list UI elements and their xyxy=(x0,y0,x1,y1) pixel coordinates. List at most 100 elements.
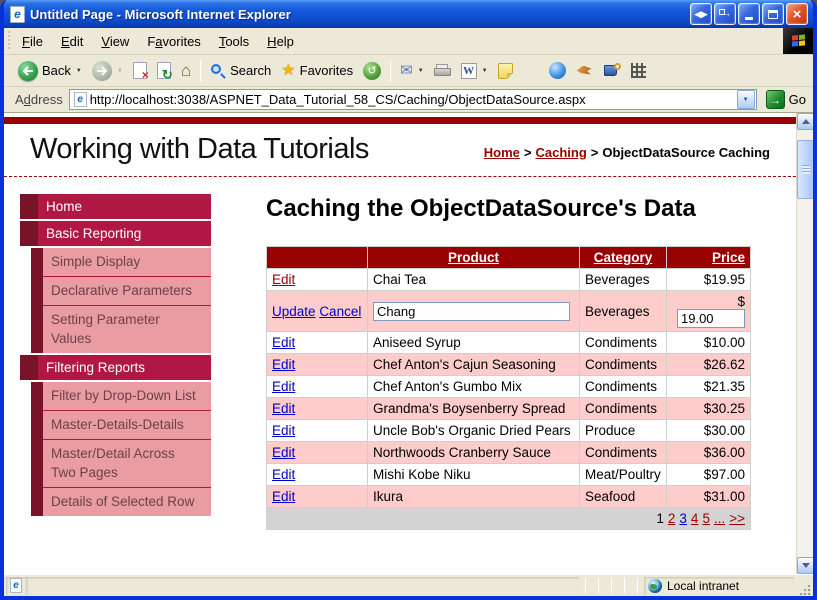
category-sort-link[interactable]: Category xyxy=(594,250,653,265)
minimize-button[interactable] xyxy=(738,3,760,25)
close-button[interactable]: × xyxy=(786,3,808,25)
favorites-button[interactable]: ★ Favorites xyxy=(276,61,358,81)
window-title: Untitled Page - Microsoft Internet Explo… xyxy=(30,7,690,22)
address-input[interactable] xyxy=(90,91,737,108)
scroll-down-button[interactable] xyxy=(797,557,814,574)
sidebar-item-master-details-details[interactable]: Master-Details-Details xyxy=(31,410,211,439)
product-name-input[interactable] xyxy=(373,302,570,321)
menu-tools[interactable]: Tools xyxy=(210,28,258,54)
pager-page-link[interactable]: 3 xyxy=(679,511,687,526)
popout-button[interactable]: → xyxy=(714,3,736,25)
pager-ellipsis-link[interactable]: ... xyxy=(714,511,725,526)
sidebar-item-details-of-selected-row[interactable]: Details of Selected Row xyxy=(31,487,211,516)
back-button[interactable]: Back ▼ xyxy=(13,59,87,83)
nav-toggle-button[interactable]: ◀▶ xyxy=(690,3,712,25)
edit-link[interactable]: Edit xyxy=(272,357,295,372)
header-action xyxy=(267,247,368,269)
category-cell: Condiments xyxy=(580,442,667,464)
blue-globe-icon xyxy=(549,62,566,79)
toolbar-separator xyxy=(390,60,391,82)
book-search-button[interactable] xyxy=(599,61,626,80)
price-input[interactable] xyxy=(677,309,745,328)
sidebar-item-filtering-reports[interactable]: Filtering Reports xyxy=(20,355,211,380)
breadcrumb-home-link[interactable]: Home xyxy=(484,145,520,160)
cancel-link[interactable]: Cancel xyxy=(319,304,361,319)
title-bar[interactable]: e Untitled Page - Microsoft Internet Exp… xyxy=(4,0,813,28)
menu-view[interactable]: View xyxy=(92,28,138,54)
refresh-button[interactable]: ↻ xyxy=(152,60,176,81)
edit-link[interactable]: Edit xyxy=(272,423,295,438)
edit-link[interactable]: Edit xyxy=(272,335,295,350)
sidebar-item-declarative-parameters[interactable]: Declarative Parameters xyxy=(31,276,211,305)
globe-icon xyxy=(648,579,662,593)
maximize-button[interactable] xyxy=(762,3,784,25)
mail-dropdown-icon[interactable]: ▼ xyxy=(418,68,424,74)
back-dropdown-icon[interactable]: ▼ xyxy=(76,68,82,74)
edit-word-button[interactable]: W ▼ xyxy=(456,61,493,81)
category-cell: Produce xyxy=(580,420,667,442)
stop-button[interactable]: × xyxy=(128,60,152,81)
pager-page-link[interactable]: 4 xyxy=(691,511,699,526)
messenger-button[interactable] xyxy=(544,60,571,81)
home-button[interactable]: ⌂ xyxy=(176,60,196,81)
top-accent-bar xyxy=(4,117,796,124)
sidebar-item-home[interactable]: Home xyxy=(20,194,211,219)
search-button[interactable]: Search xyxy=(205,61,276,81)
sidebar-item-master-detail-two-pages[interactable]: Master/Detail Across Two Pages xyxy=(31,439,211,486)
edit-link[interactable]: Edit xyxy=(272,445,295,460)
product-cell: Ikura xyxy=(368,486,580,508)
sidebar-item-setting-parameter-values[interactable]: Setting Parameter Values xyxy=(31,305,211,352)
category-cell: Condiments xyxy=(580,398,667,420)
menubar-grip[interactable] xyxy=(6,31,11,51)
mail-button[interactable]: ✉ ▼ xyxy=(395,61,429,80)
edit-link[interactable]: Edit xyxy=(272,467,295,482)
pager-page-link[interactable]: 5 xyxy=(702,511,710,526)
menu-favorites[interactable]: Favorites xyxy=(138,28,209,54)
header-row: Product Category Price xyxy=(267,247,751,269)
price-sort-link[interactable]: Price xyxy=(712,250,745,265)
product-cell: Uncle Bob's Organic Dried Pears xyxy=(368,420,580,442)
vertical-scrollbar[interactable] xyxy=(796,113,813,574)
sidebar-item-basic-reporting[interactable]: Basic Reporting xyxy=(20,221,211,246)
left-right-arrows-icon: ◀ xyxy=(694,10,701,19)
address-dropdown-button[interactable]: ▼ xyxy=(737,90,755,109)
sidebar-item-filter-by-dropdown-list[interactable]: Filter by Drop-Down List xyxy=(31,382,211,410)
product-sort-link[interactable]: Product xyxy=(448,250,499,265)
edit-link[interactable]: Edit xyxy=(272,401,295,416)
pager-page-link[interactable]: 2 xyxy=(668,511,676,526)
edit-link[interactable]: Edit xyxy=(272,489,295,504)
update-link[interactable]: Update xyxy=(272,304,316,319)
menu-items: File Edit View Favorites Tools Help xyxy=(13,28,783,54)
resize-grip[interactable] xyxy=(798,583,811,596)
sidebar-item-simple-display[interactable]: Simple Display xyxy=(31,248,211,276)
content-area: Working with Data Tutorials Home>Caching… xyxy=(4,113,813,574)
menu-edit[interactable]: Edit xyxy=(52,28,92,54)
grid-tool-button[interactable] xyxy=(626,61,651,80)
accent-block xyxy=(31,382,43,410)
go-label: Go xyxy=(789,92,806,107)
edit-link[interactable]: Edit xyxy=(272,379,295,394)
left-right-arrows-icon: ▶ xyxy=(701,10,708,19)
go-button[interactable]: → Go xyxy=(762,89,810,110)
scroll-up-button[interactable] xyxy=(797,113,814,130)
home-icon: ⌂ xyxy=(181,62,191,79)
research-button[interactable] xyxy=(571,62,599,80)
notes-icon xyxy=(498,63,513,79)
notes-button[interactable] xyxy=(493,61,518,81)
address-box: e ▼ xyxy=(69,89,757,110)
history-button[interactable]: ↺ xyxy=(358,60,386,82)
forward-dropdown-icon: ▼ xyxy=(117,68,123,74)
word-dropdown-icon[interactable]: ▼ xyxy=(482,68,488,74)
breadcrumb-caching-link[interactable]: Caching xyxy=(536,145,587,160)
pager-next-link[interactable]: >> xyxy=(729,511,745,526)
header-product: Product xyxy=(368,247,580,269)
forward-button[interactable]: ▼ xyxy=(87,59,128,83)
main-content: Caching the ObjectDataSource's Data Prod… xyxy=(211,192,796,530)
menu-file[interactable]: File xyxy=(13,28,52,54)
menu-help[interactable]: Help xyxy=(258,28,303,54)
category-cell: Condiments xyxy=(580,376,667,398)
ie-e-glyph: e xyxy=(14,8,21,20)
scrollbar-thumb[interactable] xyxy=(797,140,814,199)
edit-link[interactable]: Edit xyxy=(272,272,295,287)
print-button[interactable] xyxy=(429,62,456,80)
